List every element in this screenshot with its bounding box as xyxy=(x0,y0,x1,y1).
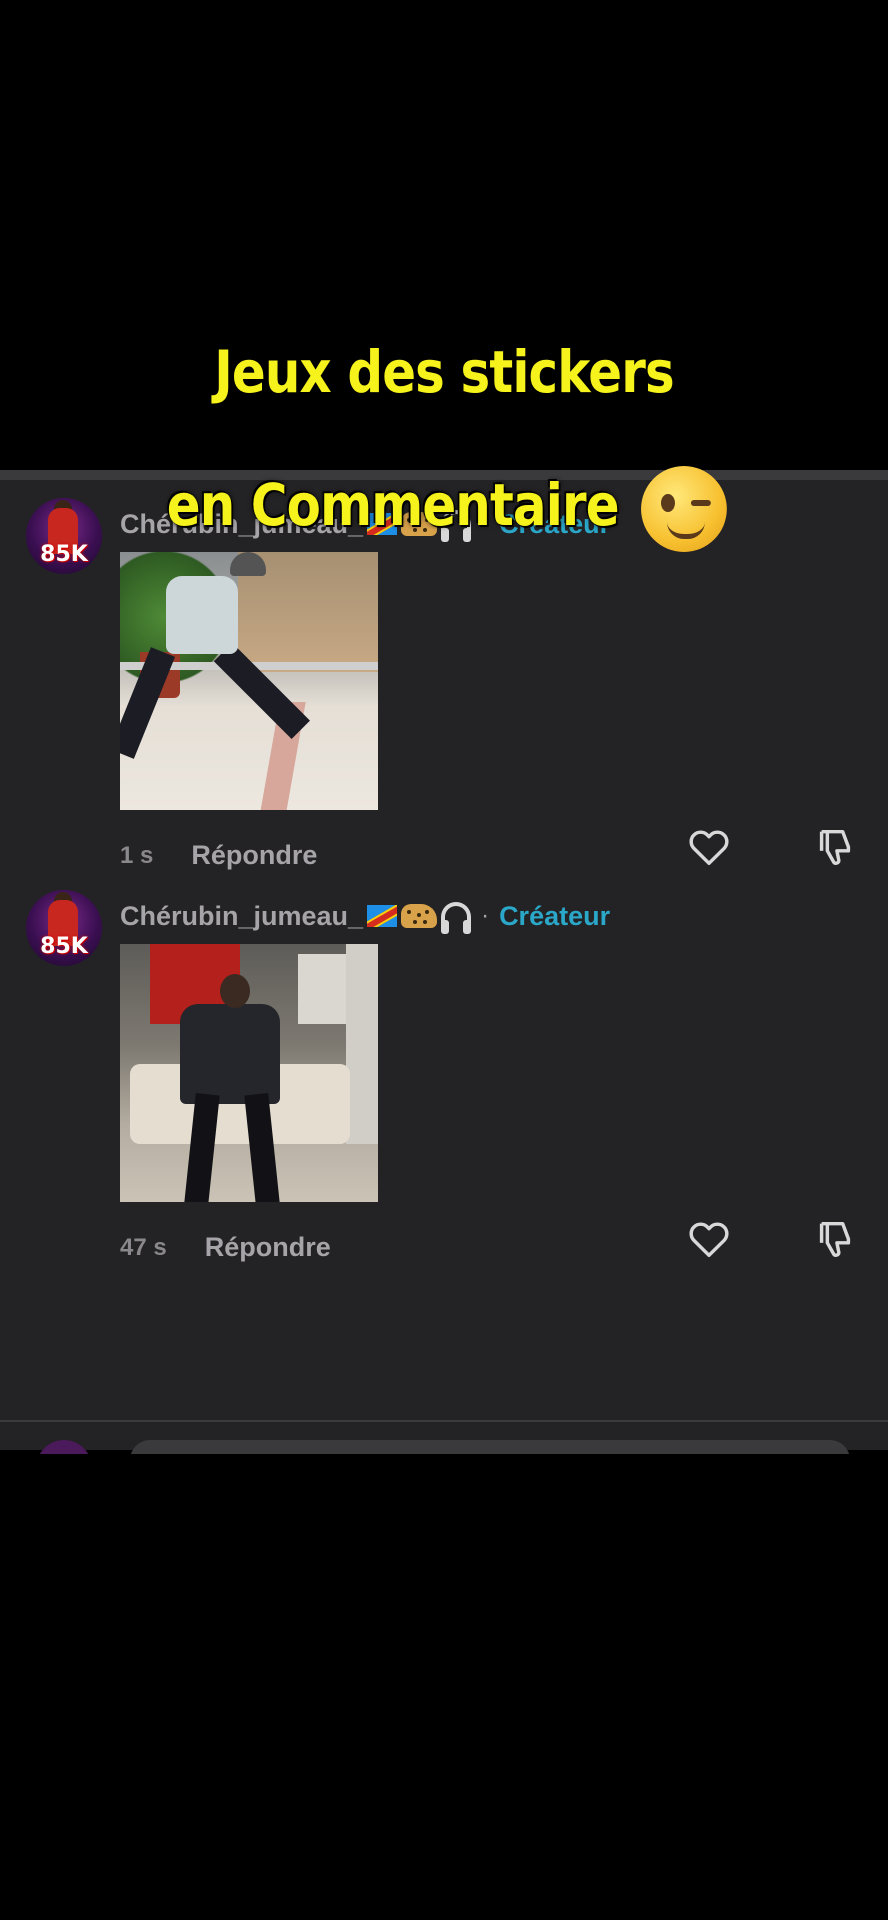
caption-line-2: en Commentaire xyxy=(62,466,826,552)
comment-item: 85K Chérubin_jumeau_ · Créateur 47 s Rép… xyxy=(0,890,888,1280)
comment-input-bar xyxy=(0,1440,888,1454)
video-caption-overlay: Jeux des stickers en Commentaire xyxy=(0,340,888,552)
heart-icon[interactable] xyxy=(686,1216,732,1262)
caption-line-2-text: en Commentaire xyxy=(166,471,620,540)
reply-button[interactable]: Répondre xyxy=(191,840,317,871)
leopard-icon xyxy=(401,904,438,928)
dislike-icon[interactable] xyxy=(812,824,858,870)
comment-header: Chérubin_jumeau_ · Créateur xyxy=(120,896,610,936)
comment-item: 85K Chérubin_jumeau_ · Créateur 1 s Répo… xyxy=(0,498,888,888)
username-emojis xyxy=(367,902,472,934)
username[interactable]: Chérubin_jumeau_ xyxy=(120,901,363,932)
comment-meta: 47 s Répondre xyxy=(120,1232,331,1263)
sticker-image[interactable] xyxy=(120,552,378,810)
caption-line-1: Jeux des stickers xyxy=(214,338,674,406)
timestamp: 1 s xyxy=(120,841,154,869)
wink-emoji-icon xyxy=(641,466,728,552)
sticker-image[interactable] xyxy=(120,944,378,1202)
avatar xyxy=(36,1440,92,1454)
comment-input[interactable] xyxy=(130,1440,850,1454)
comment-meta: 1 s Répondre xyxy=(120,840,317,871)
reply-button[interactable]: Répondre xyxy=(205,1232,331,1263)
avatar[interactable]: 85K xyxy=(26,890,102,966)
input-divider xyxy=(0,1420,888,1422)
flag-icon xyxy=(367,905,398,927)
timestamp: 47 s xyxy=(120,1233,167,1261)
dislike-icon[interactable] xyxy=(812,1216,858,1262)
creator-label: Créateur xyxy=(499,900,611,931)
avatar-badge: 85K xyxy=(40,934,88,959)
headphones-icon xyxy=(441,902,472,934)
heart-icon[interactable] xyxy=(686,824,732,870)
separator-dot: · xyxy=(481,902,490,929)
